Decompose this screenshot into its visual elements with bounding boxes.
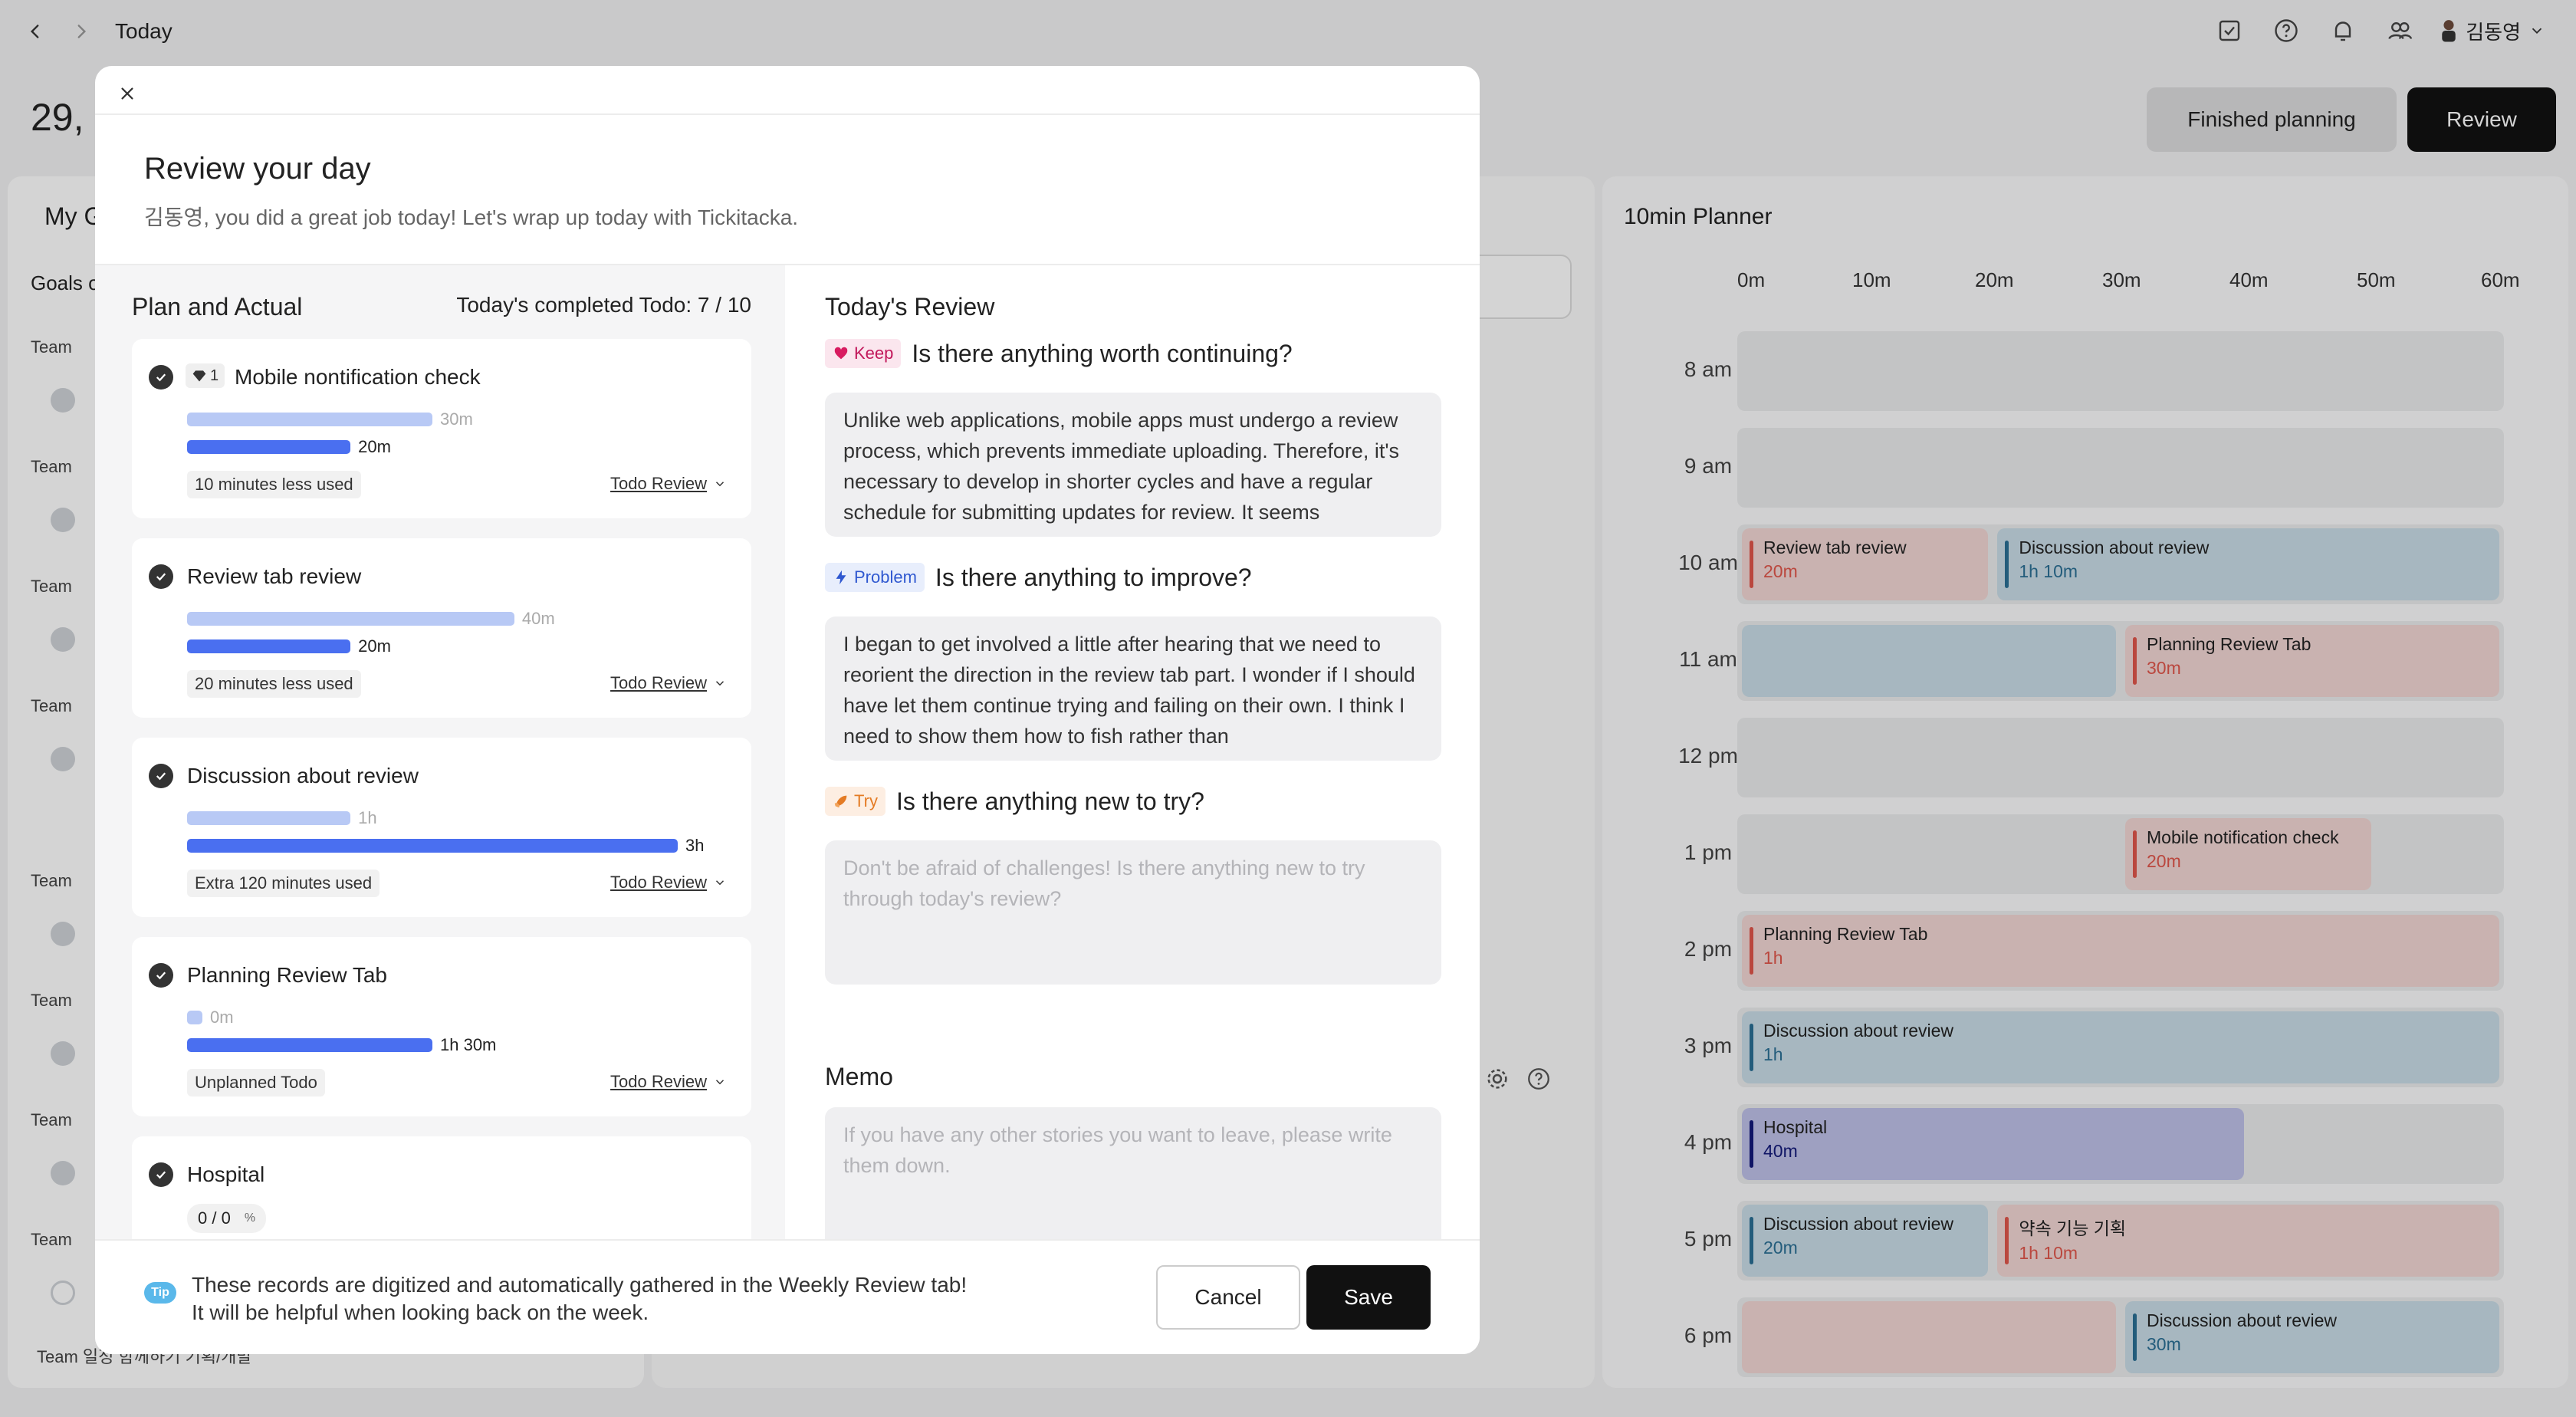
problem-question: Problem Is there anything to improve? [825, 563, 1252, 592]
time-difference-chip: 10 minutes less used [187, 471, 361, 498]
todo-card: 1 Mobile nontification check 30m 20m 10 minu… [132, 339, 751, 518]
keep-tag: Keep [825, 339, 902, 368]
check-icon [156, 373, 166, 382]
actual-time-bar [187, 440, 351, 454]
plan-and-actual-panel: Plan and Actual Today's completed Todo: … [95, 265, 785, 1305]
planned-time-bar [187, 413, 432, 426]
modal-subtitle: 김동영, you did a great job today! Let's wr… [144, 205, 799, 229]
actual-time-label: 3h [685, 836, 705, 855]
keep-answer-textarea[interactable]: Unlike web applications, mobile apps mus… [825, 393, 1441, 537]
time-difference-chip: Extra 120 minutes used [187, 870, 380, 897]
todo-checkbox[interactable] [149, 1162, 173, 1187]
completed-todo-count: Today's completed Todo: 7 / 10 [456, 293, 751, 317]
actual-time-bar [187, 1038, 432, 1052]
todo-review-label: Todo Review [610, 873, 707, 892]
todo-checkbox[interactable] [149, 963, 173, 988]
problem-question-text: Is there anything to improve? [935, 563, 1252, 591]
todo-review-link[interactable]: Todo Review [610, 1072, 727, 1092]
todo-title: Mobile nontification check [235, 365, 481, 389]
keep-question: Keep Is there anything worth continuing? [825, 339, 1293, 368]
actual-time-label: 1h 30m [440, 1035, 497, 1054]
todo-review-link[interactable]: Todo Review [610, 673, 727, 693]
divider [95, 113, 1480, 115]
badge-count: 1 [210, 367, 219, 384]
todo-checkbox[interactable] [149, 365, 173, 390]
todo-card: Planning Review Tab 0m 1h 30m Unplanned Tod… [132, 937, 751, 1116]
actual-time-bar [187, 639, 351, 653]
try-question-text: Is there anything new to try? [895, 787, 1204, 815]
heart-icon [834, 347, 848, 360]
planned-time-bar [187, 1011, 202, 1024]
modal-footer: Tip These records are digitized and auto… [95, 1239, 1480, 1354]
todo-title: Hospital [187, 1162, 265, 1186]
todo-title: Discussion about review [187, 764, 419, 787]
review-day-modal: Review your day 김동영, you did a great job… [95, 66, 1480, 1354]
tip-badge: Tip [144, 1282, 176, 1304]
chevron-down-icon [715, 1080, 724, 1085]
try-answer-textarea[interactable]: Don't be afraid of challenges! Is there … [825, 840, 1441, 985]
tip-text: These records are digitized and automati… [192, 1273, 968, 1324]
todo-review-label: Todo Review [610, 474, 707, 493]
actual-time-bar [187, 839, 678, 853]
check-icon [156, 772, 166, 781]
todo-title: Review tab review [187, 564, 362, 588]
bolt-icon [836, 570, 846, 585]
todo-title: Planning Review Tab [187, 963, 387, 987]
close-icon [121, 87, 133, 100]
todays-review-panel: Today's Review Keep Is there anything wo… [785, 265, 1480, 1305]
try-question: Try Is there anything new to try? [825, 787, 1204, 816]
todo-review-link[interactable]: Todo Review [610, 873, 727, 893]
planned-time-label: 30m [440, 409, 473, 429]
planned-time-label: 1h [358, 808, 377, 827]
problem-tag: Problem [825, 563, 925, 592]
planned-time-label: 40m [521, 609, 555, 628]
time-difference-chip: 20 minutes less used [187, 670, 361, 698]
todo-card: Discussion about review 1h 3h Extra 120 min… [132, 738, 751, 917]
modal-title: Review your day [144, 152, 371, 186]
check-icon [156, 972, 166, 980]
chevron-down-icon [715, 880, 724, 886]
actual-time-label: 20m [358, 636, 391, 656]
todo-checkbox[interactable] [149, 564, 173, 589]
memo-title: Memo [825, 1063, 893, 1090]
keep-question-text: Is there anything worth continuing? [912, 339, 1293, 367]
todo-review-label: Todo Review [610, 1072, 707, 1091]
chevron-down-icon [715, 482, 724, 487]
cancel-button[interactable]: Cancel [1156, 1265, 1300, 1330]
time-difference-chip: Unplanned Todo [187, 1069, 325, 1096]
todo-card: Review tab review 40m 20m 20 minutes less u… [132, 538, 751, 718]
todo-checkbox[interactable] [149, 764, 173, 788]
planned-time-bar [187, 811, 351, 825]
todays-review-title: Today's Review [825, 293, 995, 321]
close-button[interactable] [112, 78, 143, 109]
todo-count-unit: % [244, 1212, 256, 1225]
todo-progress-count: 0 / 0% [187, 1204, 267, 1233]
todo-priority-badge: 1 [186, 363, 225, 388]
actual-time-label: 20m [358, 437, 391, 456]
rocket-icon [834, 795, 847, 808]
check-icon [156, 1171, 166, 1179]
try-tag: Try [825, 787, 886, 816]
chevron-down-icon [715, 681, 724, 686]
todo-review-label: Todo Review [610, 673, 707, 692]
todo-review-link[interactable]: Todo Review [610, 474, 727, 494]
planned-time-label: 0m [210, 1008, 234, 1027]
todo-count-value: 0 / 0 [198, 1208, 231, 1228]
save-button[interactable]: Save [1306, 1265, 1431, 1330]
check-icon [156, 573, 166, 581]
planned-time-bar [187, 612, 514, 626]
problem-answer-textarea[interactable]: I began to get involved a little after h… [825, 616, 1441, 761]
plan-and-actual-title: Plan and Actual [132, 293, 303, 321]
diamond-icon [192, 370, 206, 382]
